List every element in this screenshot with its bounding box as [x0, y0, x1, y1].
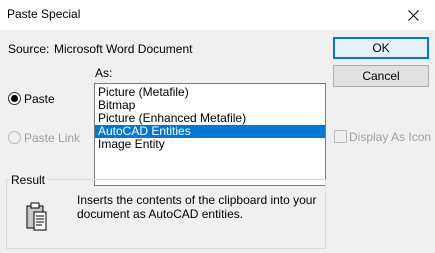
paste-radio-label[interactable]: Paste	[24, 92, 55, 106]
paste-radio[interactable]	[8, 92, 21, 105]
display-as-icon-checkbox[interactable]	[334, 130, 347, 143]
as-list[interactable]: Picture (Metafile) Bitmap Picture (Enhan…	[94, 83, 326, 186]
paste-link-radio[interactable]	[8, 131, 21, 144]
as-label: As:	[95, 66, 113, 80]
cancel-button[interactable]: Cancel	[333, 65, 429, 87]
source-value: Microsoft Word Document	[54, 42, 193, 56]
cancel-button-label: Cancel	[362, 69, 400, 83]
ok-button[interactable]: OK	[333, 37, 429, 59]
source-label: Source:	[8, 42, 50, 56]
title-bar: Paste Special	[0, 0, 435, 30]
dialog-body: Source: Microsoft Word Document As: OK C…	[0, 30, 435, 253]
result-description-line2: document as AutoCAD entities.	[77, 207, 244, 221]
display-as-icon-label[interactable]: Display As Icon	[349, 130, 431, 144]
result-group-label: Result	[9, 173, 48, 187]
ok-button-label: OK	[372, 41, 390, 55]
result-description-line1: Inserts the contents of the clipboard in…	[77, 193, 317, 207]
clipboard-icon	[26, 202, 47, 231]
list-item[interactable]: Image Entity	[95, 138, 325, 151]
paste-link-radio-label[interactable]: Paste Link	[24, 131, 80, 145]
close-icon	[407, 9, 419, 21]
close-button[interactable]	[391, 0, 435, 30]
window-title: Paste Special	[7, 7, 81, 21]
